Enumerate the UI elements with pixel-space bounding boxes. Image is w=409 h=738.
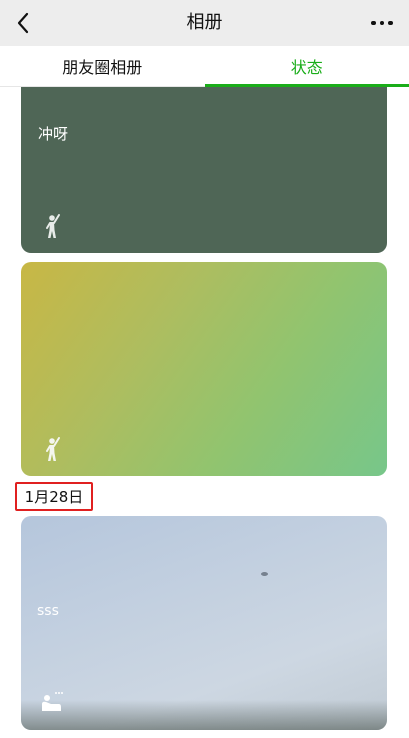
date-label: 1月28日 (15, 482, 93, 511)
navbar: 相册 (0, 0, 409, 46)
status-text: sss (37, 603, 59, 619)
more-button[interactable] (365, 8, 399, 38)
back-button[interactable] (6, 6, 40, 40)
page-title: 相册 (186, 12, 223, 33)
status-card[interactable]: 冲呀 (21, 87, 387, 253)
tab-status[interactable]: 状态 (204, 46, 409, 87)
photo-ground (21, 700, 387, 730)
cheer-person-icon (46, 437, 60, 461)
sky-speck (261, 572, 268, 576)
cheer-person-icon (46, 214, 60, 238)
status-text: 冲呀 (38, 125, 69, 143)
tab-moments-album[interactable]: 朋友圈相册 (0, 46, 205, 86)
status-card[interactable]: sss (21, 516, 387, 730)
tab-bar: 朋友圈相册 状态 (0, 46, 409, 87)
more-dots-icon (371, 20, 376, 26)
chevron-left-icon (17, 12, 29, 34)
resting-person-icon (42, 692, 63, 711)
status-card[interactable] (21, 262, 387, 476)
